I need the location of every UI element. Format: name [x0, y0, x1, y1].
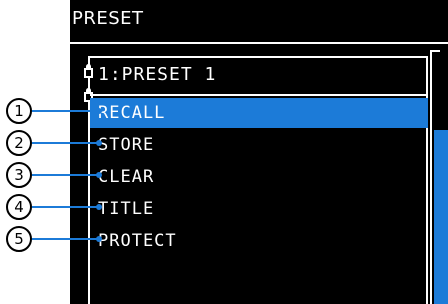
menu-item-recall[interactable]: RECALL: [90, 98, 428, 128]
menu-item-protect[interactable]: PROTECT: [90, 226, 428, 256]
callout-2: 2: [6, 130, 32, 156]
title-divider: [70, 42, 448, 44]
preset-menu-window: 1:PRESET 1 RECALL STORE CLEAR TITLE PROT…: [84, 56, 428, 304]
preset-name: 1:PRESET 1: [98, 64, 217, 85]
leader-dot-1: [96, 108, 102, 114]
leader-line-1: [32, 110, 98, 112]
lock-icon: [84, 64, 93, 78]
leader-dot-5: [96, 236, 102, 242]
leader-line-4: [32, 206, 98, 208]
menu-item-title[interactable]: TITLE: [90, 194, 428, 224]
menu-separator: [90, 94, 426, 96]
leader-dot-2: [96, 140, 102, 146]
screen-title: PRESET: [72, 8, 144, 29]
callout-1: 1: [6, 98, 32, 124]
lcd-screen: PRESET 1:PRESET 1 RECALL STORE CLEAR TIT…: [70, 0, 448, 304]
leader-line-3: [32, 174, 98, 176]
callout-4: 4: [6, 194, 32, 220]
leader-line-5: [32, 238, 98, 240]
leader-dot-4: [96, 204, 102, 210]
callout-3: 3: [6, 162, 32, 188]
menu-item-store[interactable]: STORE: [90, 130, 428, 160]
leader-dot-3: [96, 172, 102, 178]
background-window-highlight: [434, 130, 448, 304]
callout-5: 5: [6, 226, 32, 252]
menu-item-clear[interactable]: CLEAR: [90, 162, 428, 192]
leader-line-2: [32, 142, 98, 144]
menu-header: 1:PRESET 1: [84, 62, 426, 92]
